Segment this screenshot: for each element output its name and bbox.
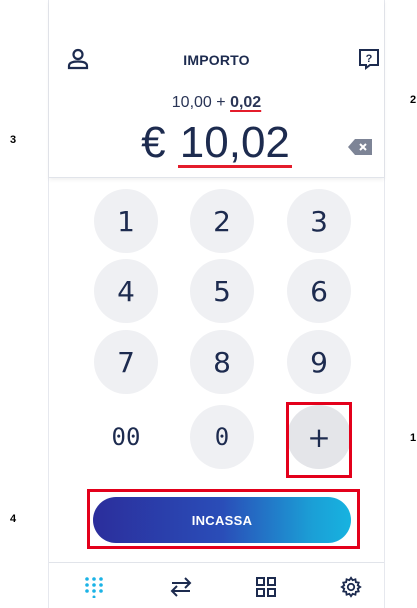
app-screen: IMPORTO ? 10,00 + 0,02 € 10,02 1 2 3 4 5…	[48, 0, 385, 608]
page-title: IMPORTO	[183, 52, 250, 68]
key-3[interactable]: 3	[287, 189, 351, 253]
grid-icon[interactable]	[253, 574, 279, 600]
amount-display: € 10,02	[49, 118, 384, 168]
keypad-icon[interactable]	[81, 574, 107, 600]
key-7[interactable]: 7	[94, 330, 158, 394]
annotation-label-1: 1	[410, 432, 417, 444]
key-9[interactable]: 9	[287, 330, 351, 394]
bottom-nav	[49, 562, 384, 608]
key-4[interactable]: 4	[94, 259, 158, 323]
amount-value: 10,02	[177, 118, 292, 168]
key-0[interactable]: 0	[190, 405, 254, 469]
amount-header: IMPORTO ? 10,00 + 0,02 € 10,02	[49, 0, 384, 178]
key-5[interactable]: 5	[190, 259, 254, 323]
annotation-label-3: 3	[10, 134, 17, 146]
calc-prefix: 10,00 +	[171, 94, 231, 111]
highlight-plus-key	[286, 402, 352, 478]
backspace-icon[interactable]	[345, 136, 375, 158]
calc-last-entry: 0,02	[230, 94, 262, 111]
key-6[interactable]: 6	[287, 259, 351, 323]
gear-icon[interactable]	[338, 574, 364, 600]
highlight-incassa	[87, 489, 360, 549]
key-1[interactable]: 1	[94, 189, 158, 253]
transfer-arrows-icon[interactable]	[168, 574, 194, 600]
svg-text:?: ?	[366, 53, 373, 65]
annotation-label-2: 2	[410, 94, 417, 106]
annotation-label-4: 4	[10, 513, 17, 525]
key-2[interactable]: 2	[190, 189, 254, 253]
currency-symbol: €	[141, 118, 166, 167]
key-8[interactable]: 8	[190, 330, 254, 394]
calculation-line: 10,00 + 0,02	[49, 94, 384, 112]
key-00[interactable]: 00	[94, 405, 158, 469]
help-icon[interactable]: ?	[356, 46, 382, 72]
